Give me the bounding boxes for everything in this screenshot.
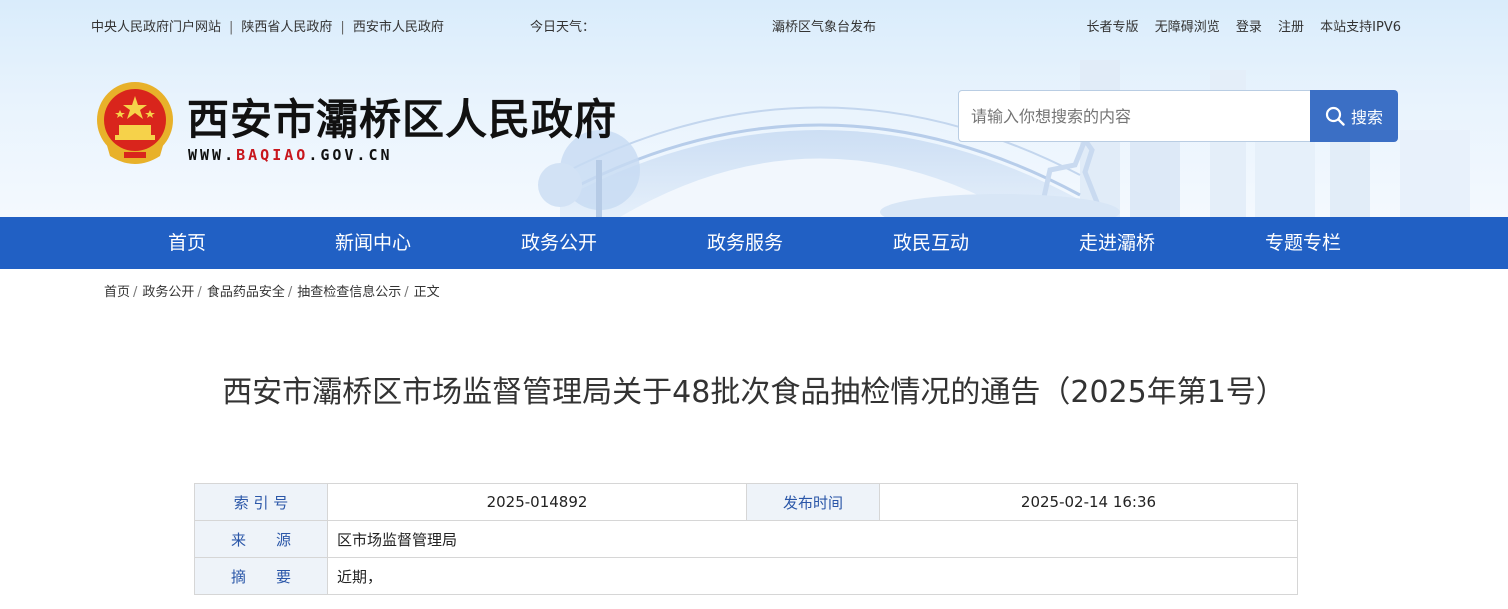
url-highlight: BAQIAO [236,146,309,164]
breadcrumb-separator: / [404,285,409,300]
weather-source: 灞桥区气象台发布 [772,20,877,35]
national-emblem-icon[interactable] [94,80,176,166]
url-prefix: WWW. [188,146,237,164]
link-central-gov[interactable]: 中央人民政府门户网站 [91,20,221,35]
nav-item-news[interactable]: 新闻中心 [335,217,411,269]
article-meta-table: 索 引 号 2025-014892 发布时间 2025-02-14 16:36 … [194,483,1298,595]
publish-time-value: 2025-02-14 16:36 [879,483,1298,521]
breadcrumb-inspection-info[interactable]: 抽查检查信息公示 [297,285,401,300]
source-value: 区市场监督管理局 [327,520,1298,558]
elder-mode-link[interactable]: 长者专版 [1087,20,1139,35]
top-bar: 中央人民政府门户网站 | 陕西省人民政府 | 西安市人民政府 今日天气： 灞桥区气象台发… [0,16,1508,36]
search-box [958,90,1311,142]
search-button[interactable]: 搜索 [1310,90,1398,142]
source-label: 来 源 [194,520,328,558]
breadcrumb-home[interactable]: 首页 [104,285,130,300]
portal-links: 中央人民政府门户网站 | 陕西省人民政府 | 西安市人民政府 [91,16,444,35]
search-icon [1325,106,1345,126]
url-suffix: .GOV.CN [308,146,393,164]
nav-item-gov-affairs[interactable]: 政务公开 [521,217,597,269]
weather-label: 今日天气： [530,20,596,35]
main-nav: 首页 新闻中心 政务公开 政务服务 政民互动 走进灞桥 专题专栏 [0,217,1508,269]
table-row: 索 引 号 2025-014892 发布时间 2025-02-14 16:36 [194,483,1298,521]
nav-item-interaction[interactable]: 政民互动 [893,217,969,269]
register-link[interactable]: 注册 [1278,20,1304,35]
site-url: WWW.BAQIAO.GOV.CN [188,146,393,164]
separator: | [340,20,345,35]
summary-label: 摘 要 [194,557,328,595]
accessibility-link[interactable]: 无障碍浏览 [1155,20,1220,35]
publish-time-label: 发布时间 [746,483,880,521]
breadcrumb-separator: / [133,285,138,300]
breadcrumb-separator: / [197,285,202,300]
link-shaanxi-gov[interactable]: 陕西省人民政府 [241,20,332,35]
breadcrumb: 首页 / 政务公开 / 食品药品安全 / 抽查检查信息公示 / 正文 [104,281,440,300]
index-label: 索 引 号 [194,483,328,521]
article-title: 西安市灞桥区市场监督管理局关于48批次食品抽检情况的通告（2025年第1号） [222,375,1286,410]
nav-item-about-baqiao[interactable]: 走进灞桥 [1079,217,1155,269]
breadcrumb-gov-affairs[interactable]: 政务公开 [142,285,194,300]
site-title[interactable]: 西安市灞桥区人民政府 [187,86,617,147]
breadcrumb-separator: / [287,285,293,300]
table-row: 来 源 区市场监督管理局 [194,520,1298,558]
site-header: 中央人民政府门户网站 | 陕西省人民政府 | 西安市人民政府 今日天气： 灞桥区气象台发… [0,0,1508,217]
search-input[interactable] [959,91,1310,141]
breadcrumb-current: 正文 [413,285,440,300]
breadcrumb-food-drug-safety[interactable]: 食品药品安全 [207,285,285,300]
ipv6-label: 本站支持IPV6 [1320,20,1401,35]
nav-item-topics[interactable]: 专题专栏 [1265,217,1341,269]
index-value: 2025-014892 [327,483,747,521]
utility-links: 长者专版 无障碍浏览 登录 注册 本站支持IPV6 [1075,16,1401,35]
table-row: 摘 要 近期， [194,557,1298,595]
nav-item-home[interactable]: 首页 [168,217,206,269]
link-xian-gov[interactable]: 西安市人民政府 [353,20,444,35]
nav-item-services[interactable]: 政务服务 [707,217,783,269]
search-button-label: 搜索 [1350,108,1383,127]
login-link[interactable]: 登录 [1236,20,1262,35]
summary-value: 近期， [327,557,1298,595]
separator: | [229,20,234,35]
